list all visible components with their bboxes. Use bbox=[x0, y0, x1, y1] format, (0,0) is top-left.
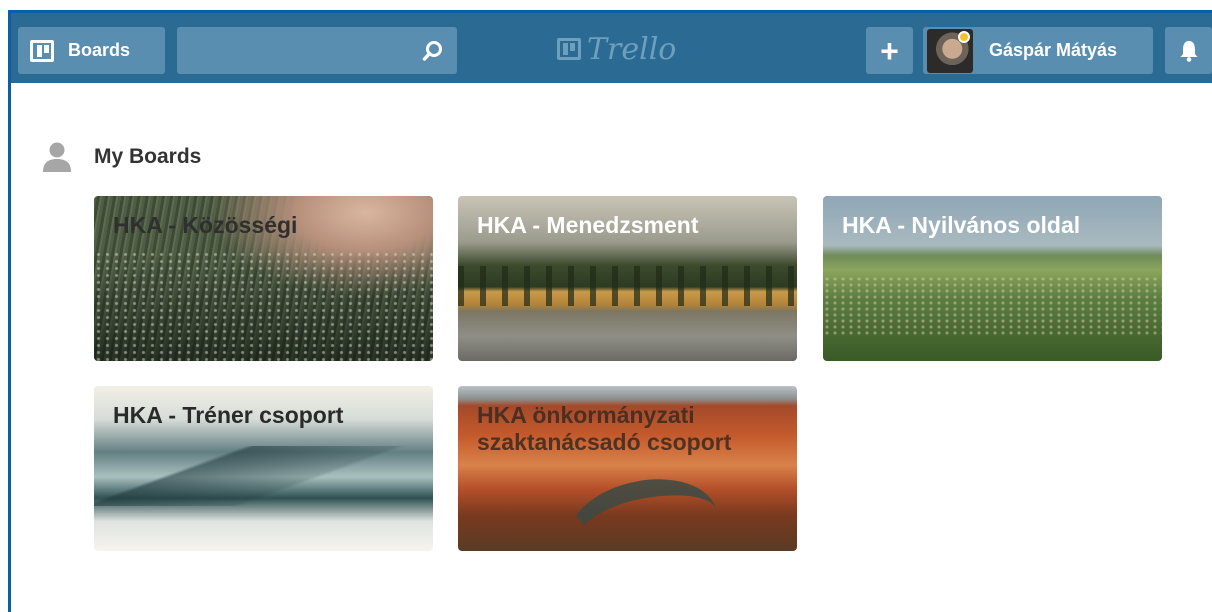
add-button[interactable]: + bbox=[866, 27, 913, 74]
board-tile-label: HKA - Közösségi bbox=[113, 212, 298, 238]
user-menu-button[interactable]: Gáspár Mátyás bbox=[923, 27, 1153, 74]
boards-button-label: Boards bbox=[68, 40, 131, 60]
avatar bbox=[927, 28, 973, 73]
board-background bbox=[94, 446, 433, 506]
window-top-margin bbox=[0, 0, 1212, 10]
my-boards-heading: My Boards bbox=[42, 141, 201, 173]
board-background bbox=[823, 276, 1162, 336]
section-title: My Boards bbox=[94, 145, 202, 168]
user-name: Gáspár Mátyás bbox=[989, 40, 1118, 60]
board-tile-menedzsment[interactable]: HKA - Menedzsment bbox=[458, 196, 797, 361]
app-header: Boards Trello + Gáspár Mátyás bbox=[11, 13, 1212, 83]
board-tile-label: HKA - Menedzsment bbox=[477, 212, 699, 238]
board-tile-label: HKA - Nyilvános oldal bbox=[842, 212, 1081, 238]
boards-button[interactable]: Boards bbox=[18, 27, 165, 74]
person-icon bbox=[43, 142, 71, 172]
board-tile-trener-csoport[interactable]: HKA - Tréner csoport bbox=[94, 386, 433, 551]
board-tile-label: HKA önkormányzati szaktanácsadó csoport bbox=[477, 402, 732, 455]
avatar-badge-icon bbox=[958, 30, 970, 43]
board-tile-kozossegi[interactable]: HKA - Közösségi bbox=[94, 196, 433, 361]
plus-icon: + bbox=[880, 32, 899, 69]
board-tile-onkormanyzati[interactable]: HKA önkormányzati szaktanácsadó csoport bbox=[458, 386, 797, 551]
search-input[interactable] bbox=[177, 27, 457, 74]
trello-logo-icon bbox=[557, 38, 581, 60]
trello-logo-text: Trello bbox=[587, 31, 677, 67]
notifications-button[interactable] bbox=[1165, 27, 1212, 74]
window-border-left bbox=[8, 10, 11, 612]
search-icon[interactable] bbox=[422, 40, 444, 62]
board-background bbox=[458, 266, 797, 306]
trello-logo[interactable]: Trello bbox=[557, 31, 676, 67]
bell-icon bbox=[1180, 40, 1197, 62]
boards-icon bbox=[30, 39, 54, 62]
board-tile-label: HKA - Tréner csoport bbox=[113, 402, 344, 428]
board-tile-nyilvanos-oldal[interactable]: HKA - Nyilvános oldal bbox=[823, 196, 1162, 361]
board-background bbox=[560, 466, 726, 551]
